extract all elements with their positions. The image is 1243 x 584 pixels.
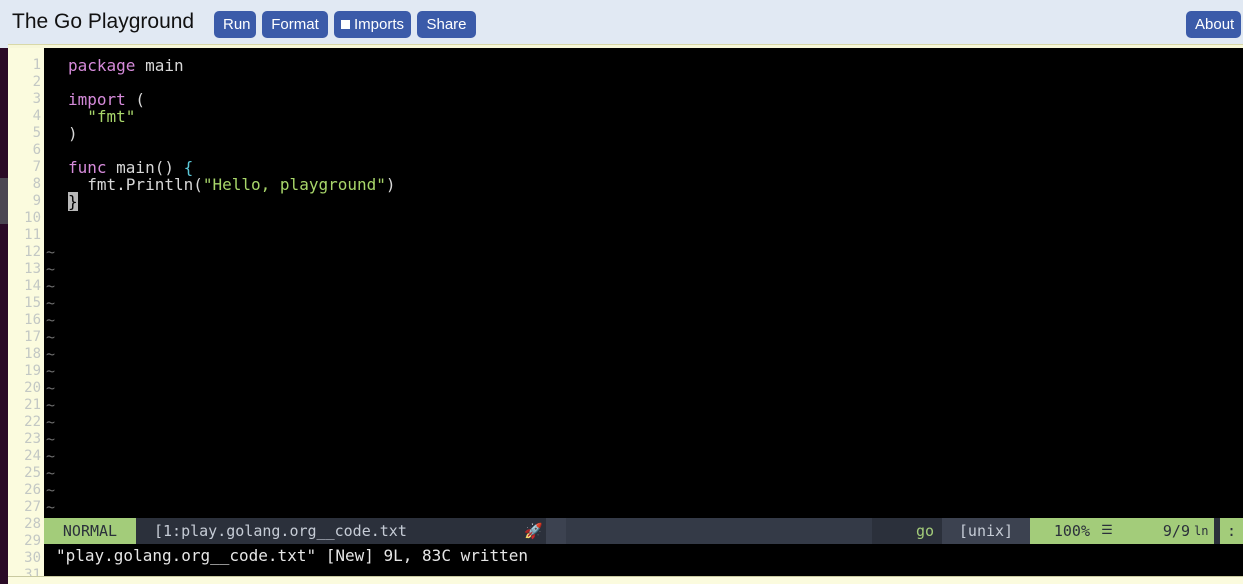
gutter-line-number: 28: [7, 516, 41, 533]
imports-toggle-button[interactable]: Imports: [334, 11, 411, 38]
gutter-line-number: 1: [7, 57, 41, 74]
code-line[interactable]: }: [68, 193, 78, 210]
gutter-line-number: 15: [7, 295, 41, 312]
gutter-line-number: 10: [7, 210, 41, 227]
gutter-line-number: 29: [7, 533, 41, 550]
go-playground-window: The Go Playground Run Format Imports Sha…: [0, 0, 1243, 584]
empty-line-marker: ~: [46, 278, 55, 295]
lines-glyph-icon: ☰: [1098, 518, 1116, 544]
code-line[interactable]: func main() {: [68, 159, 193, 176]
gutter-line-number: 8: [7, 176, 41, 193]
line-number-gutter: 1234567891011121314151617181920212223242…: [8, 48, 44, 584]
empty-line-marker: ~: [46, 295, 55, 312]
statusline-filler: [566, 518, 872, 544]
share-button[interactable]: Share: [417, 11, 476, 38]
gutter-line-number: 25: [7, 465, 41, 482]
playground-header: The Go Playground Run Format Imports Sha…: [0, 0, 1243, 48]
gutter-line-number: 3: [7, 91, 41, 108]
empty-line-marker: ~: [46, 346, 55, 363]
gutter-line-number: 9: [7, 193, 41, 210]
statusline-percent: 100%: [1030, 518, 1098, 544]
empty-line-marker: ~: [46, 482, 55, 499]
statusline-line-label: ln: [1194, 518, 1214, 544]
gutter-line-number: 4: [7, 108, 41, 125]
about-button[interactable]: About: [1186, 11, 1241, 38]
gutter-line-number: 14: [7, 278, 41, 295]
checkbox-icon[interactable]: [341, 20, 350, 29]
empty-line-marker: ~: [46, 244, 55, 261]
empty-line-marker: ~: [46, 431, 55, 448]
code-line[interactable]: ): [68, 125, 78, 142]
empty-line-marker: ~: [46, 499, 55, 516]
code-token: ): [68, 124, 78, 143]
gutter-line-number: 2: [7, 74, 41, 91]
empty-line-marker: ~: [46, 397, 55, 414]
imports-label: Imports: [354, 16, 404, 33]
empty-line-marker: ~: [46, 261, 55, 278]
page-title: The Go Playground: [12, 10, 194, 34]
format-button[interactable]: Format: [262, 11, 328, 38]
gutter-line-number: 13: [7, 261, 41, 278]
rocket-icon: 🚀: [524, 518, 546, 544]
code-token: package: [68, 56, 135, 75]
gutter-line-number: 17: [7, 329, 41, 346]
statusline-fileformat: [unix]: [942, 518, 1030, 544]
gutter-line-number: 27: [7, 499, 41, 516]
code-token: fmt.Println(: [68, 175, 203, 194]
gutter-line-number: 5: [7, 125, 41, 142]
window-bottom-strip: [8, 576, 1243, 584]
empty-line-marker: ~: [46, 448, 55, 465]
statusline-mode: NORMAL: [44, 518, 136, 544]
vim-statusline: NORMAL [1:play.golang.org__code.txt 🚀 go…: [44, 518, 1243, 544]
empty-line-marker: ~: [46, 380, 55, 397]
gutter-line-number: 24: [7, 448, 41, 465]
gutter-line-number: 16: [7, 312, 41, 329]
gutter-line-number: 6: [7, 142, 41, 159]
empty-line-marker: ~: [46, 465, 55, 482]
code-token: "Hello, playground": [203, 175, 386, 194]
empty-line-marker: ~: [46, 414, 55, 431]
code-line[interactable]: fmt.Println("Hello, playground"): [68, 176, 396, 193]
gutter-line-number: 26: [7, 482, 41, 499]
empty-line-marker: ~: [46, 312, 55, 329]
gutter-line-number: 12: [7, 244, 41, 261]
empty-line-marker: ~: [46, 363, 55, 380]
gutter-line-number: 21: [7, 397, 41, 414]
vim-message-line: "play.golang.org__code.txt" [New] 9L, 83…: [44, 544, 1243, 568]
code-token: "fmt": [87, 107, 135, 126]
statusline-filetype: go: [872, 518, 942, 544]
gutter-line-number: 22: [7, 414, 41, 431]
statusline-line-position: 9/9: [1116, 518, 1194, 544]
gutter-line-number: 18: [7, 346, 41, 363]
empty-line-marker: ~: [46, 329, 55, 346]
gutter-line-number: 23: [7, 431, 41, 448]
code-line[interactable]: import (: [68, 91, 145, 108]
code-editor-pane[interactable]: package main import ( "fmt") func main() {…: [44, 48, 1243, 518]
statusline-separator: [546, 518, 566, 544]
gutter-line-number: 30: [7, 550, 41, 567]
code-token: }: [68, 192, 78, 211]
gutter-line-number: 20: [7, 380, 41, 397]
gutter-line-number: 7: [7, 159, 41, 176]
code-token: ): [386, 175, 396, 194]
run-button[interactable]: Run: [214, 11, 256, 38]
statusline-colon: :: [1220, 518, 1243, 544]
gutter-line-number: 11: [7, 227, 41, 244]
gutter-line-number: 19: [7, 363, 41, 380]
code-line[interactable]: package main: [68, 57, 184, 74]
code-token: main: [135, 56, 183, 75]
code-line[interactable]: "fmt": [68, 108, 135, 125]
statusline-filename: [1:play.golang.org__code.txt: [144, 518, 514, 544]
